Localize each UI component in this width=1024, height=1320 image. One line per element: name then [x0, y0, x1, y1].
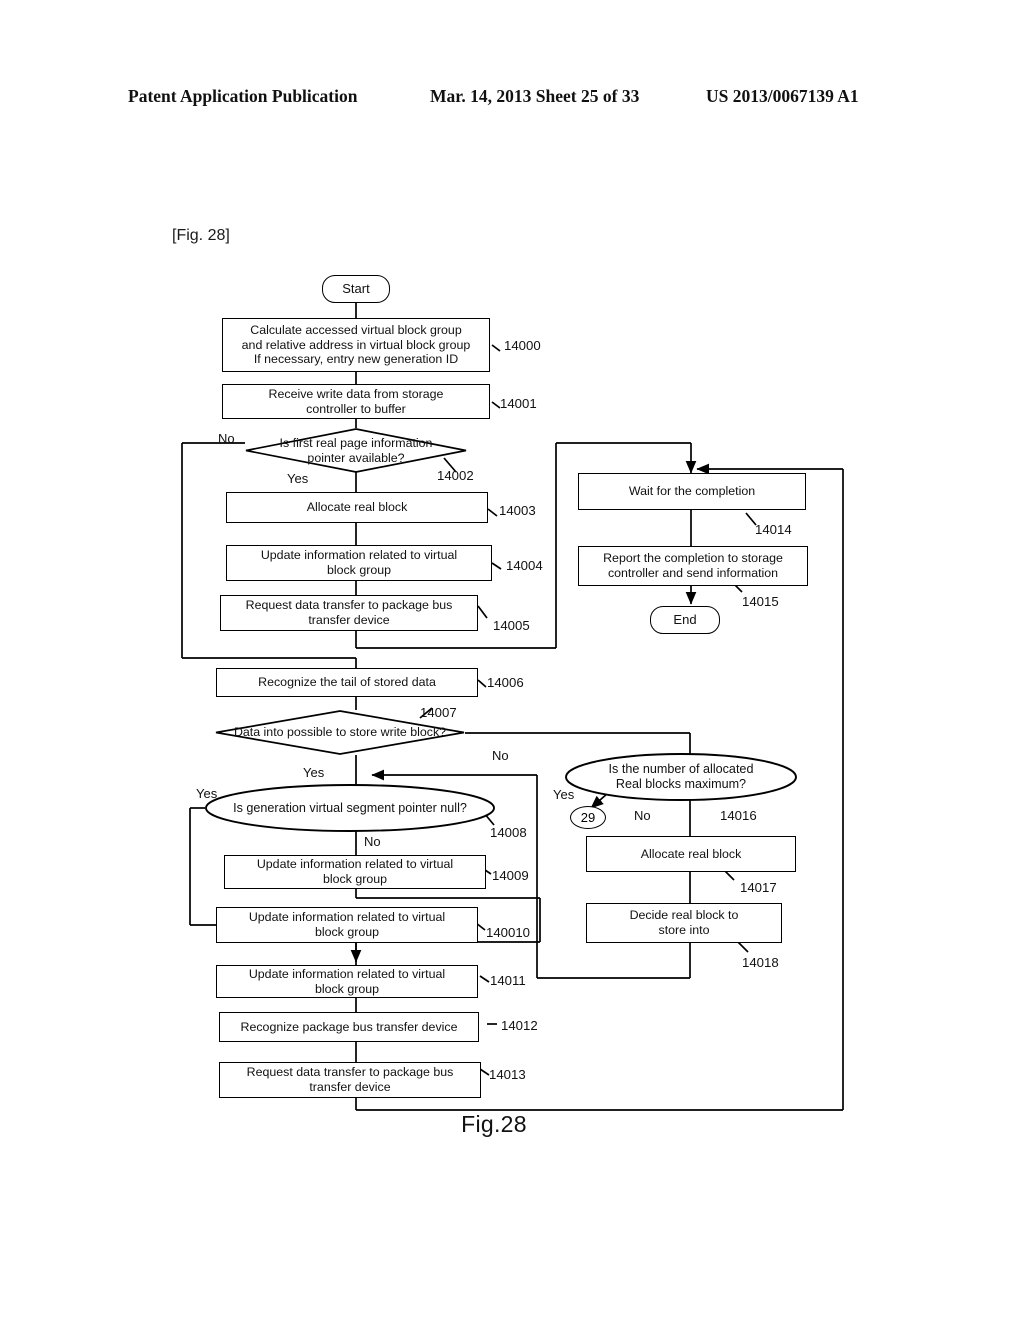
- node-14013: Request data transfer to package bus tra…: [219, 1062, 481, 1098]
- ref-14006: 14006: [487, 675, 524, 690]
- node-14006: Recognize the tail of stored data: [216, 668, 478, 697]
- node-14004: Update information related to virtual bl…: [226, 545, 492, 581]
- node-14018-label: Decide real block to store into: [629, 908, 739, 937]
- ref-14003: 14003: [499, 503, 536, 518]
- ref-14014: 14014: [755, 522, 792, 537]
- node-14000: Calculate accessed virtual block group a…: [222, 318, 490, 372]
- node-14016: Is the number of allocated Real blocks m…: [565, 753, 797, 801]
- node-14011-label: Update information related to virtual bl…: [248, 966, 446, 996]
- ref-14007: 14007: [420, 705, 457, 720]
- ref-14000: 14000: [504, 338, 541, 353]
- node-14008-label: Is generation virtual segment pointer nu…: [233, 800, 467, 815]
- node-14012-label: Recognize package bus transfer device: [240, 1019, 458, 1034]
- node-14008: Is generation virtual segment pointer nu…: [205, 784, 495, 832]
- node-end-label: End: [673, 612, 697, 628]
- edge-label-14008-no: No: [364, 834, 381, 849]
- edge-label-14002-yes: Yes: [287, 471, 309, 486]
- node-14016-label: Is the number of allocated Real blocks m…: [608, 762, 754, 791]
- node-14005-label: Request data transfer to package bus tra…: [245, 598, 453, 627]
- ref-14013: 14013: [489, 1067, 526, 1082]
- node-14018: Decide real block to store into: [586, 903, 782, 943]
- node-14014: Wait for the completion: [578, 473, 806, 510]
- node-14003-label: Allocate real block: [306, 500, 408, 515]
- node-140010: Update information related to virtual bl…: [216, 907, 478, 943]
- ref-14015: 14015: [742, 594, 779, 609]
- figure-caption: Fig.28: [0, 1111, 1024, 1138]
- ref-140010: 140010: [486, 925, 531, 940]
- ref-14001: 14001: [500, 396, 537, 411]
- node-14017: Allocate real block: [586, 836, 796, 872]
- ref-14011: 14011: [490, 973, 526, 988]
- node-start: Start: [322, 275, 390, 303]
- node-140010-label: Update information related to virtual bl…: [248, 910, 446, 939]
- node-14001: Receive write data from storage controll…: [222, 384, 490, 419]
- ref-14009: 14009: [492, 868, 529, 883]
- node-14006-label: Recognize the tail of stored data: [258, 675, 436, 690]
- node-14007-label: Data into possible to store write block?: [233, 725, 447, 740]
- edge-label-14002-no: No: [218, 431, 235, 446]
- node-14012: Recognize package bus transfer device: [219, 1012, 479, 1042]
- ref-14018: 14018: [742, 955, 779, 970]
- node-14001-label: Receive write data from storage controll…: [268, 386, 444, 416]
- ref-14002: 14002: [437, 468, 474, 483]
- offpage-connector-29-label: 29: [580, 810, 596, 825]
- edge-label-14016-yes: Yes: [553, 787, 575, 802]
- edge-label-14007-no: No: [492, 748, 509, 763]
- node-14002: Is first real page information pointer a…: [245, 428, 467, 473]
- node-14015: Report the completion to storage control…: [578, 546, 808, 586]
- figure-caption-text: Fig.28: [461, 1111, 527, 1137]
- node-14002-label: Is first real page information pointer a…: [279, 435, 433, 465]
- ref-14008: 14008: [490, 825, 527, 840]
- node-start-label: Start: [342, 281, 370, 297]
- node-14011: Update information related to virtual bl…: [216, 965, 478, 998]
- ref-14016: 14016: [720, 808, 757, 823]
- edge-label-14007-yes: Yes: [303, 765, 325, 780]
- node-14004-label: Update information related to virtual bl…: [260, 548, 458, 577]
- node-14015-label: Report the completion to storage control…: [603, 551, 783, 580]
- node-14005: Request data transfer to package bus tra…: [220, 595, 478, 631]
- edge-label-14016-no: No: [634, 808, 651, 823]
- node-14014-label: Wait for the completion: [628, 484, 756, 499]
- node-14017-label: Allocate real block: [640, 846, 742, 861]
- node-14009-label: Update information related to virtual bl…: [256, 857, 454, 886]
- edge-label-14008-yes: Yes: [196, 786, 218, 801]
- node-14003: Allocate real block: [226, 492, 488, 523]
- node-14013-label: Request data transfer to package bus tra…: [246, 1065, 454, 1094]
- node-14009: Update information related to virtual bl…: [224, 855, 486, 889]
- ref-14012: 14012: [501, 1018, 538, 1033]
- offpage-connector-29: 29: [570, 806, 606, 829]
- ref-14005: 14005: [493, 618, 530, 633]
- node-14000-label: Calculate accessed virtual block group a…: [241, 323, 471, 367]
- ref-14004: 14004: [506, 558, 543, 573]
- node-end: End: [650, 606, 720, 634]
- ref-14017: 14017: [740, 880, 777, 895]
